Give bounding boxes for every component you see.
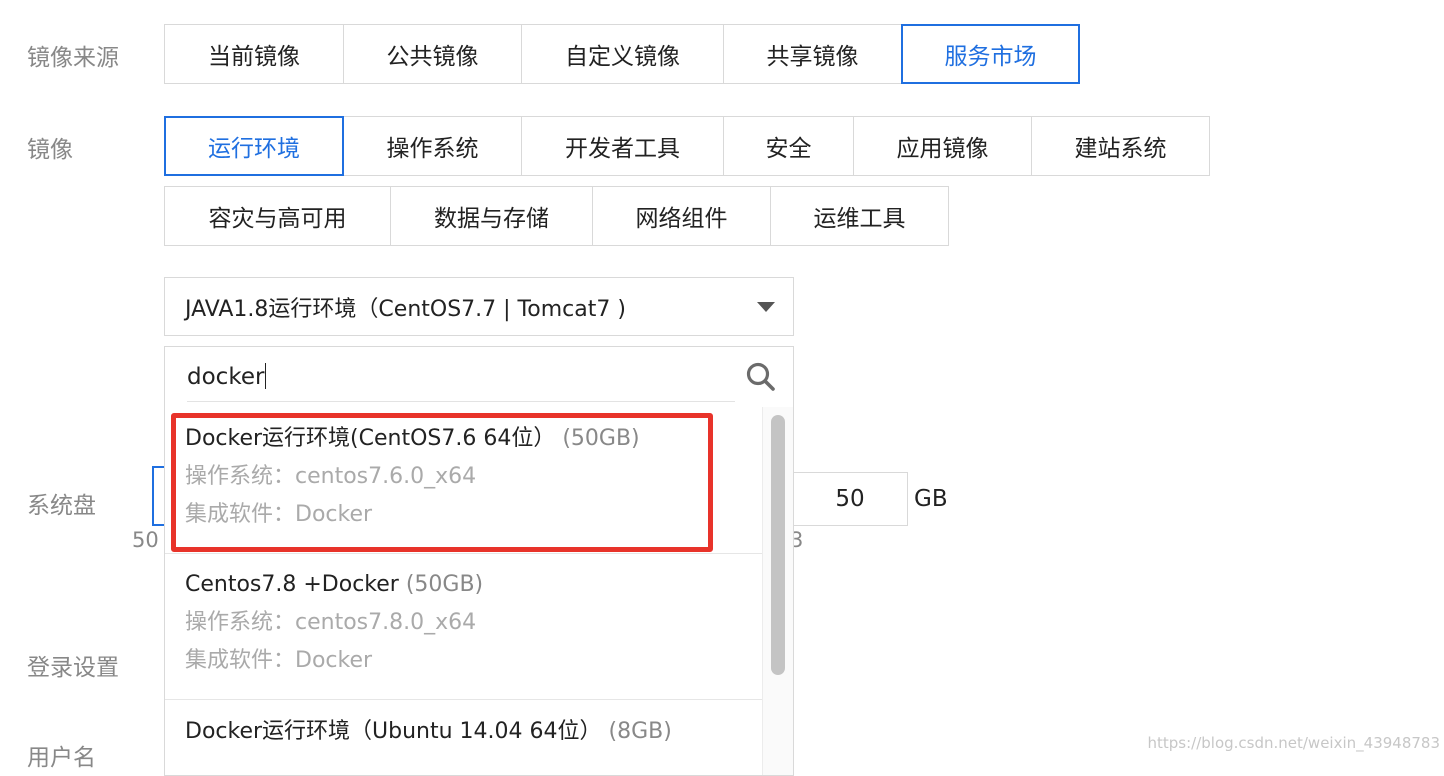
result-os: 操作系统：centos7.8.0_x64 bbox=[185, 604, 763, 642]
tab-ops-tools[interactable]: 运维工具 bbox=[770, 186, 949, 246]
tab-runtime-env[interactable]: 运行环境 bbox=[164, 116, 344, 176]
tab-developer-tools[interactable]: 开发者工具 bbox=[521, 116, 724, 176]
image-label: 镜像 bbox=[27, 130, 73, 164]
tab-disaster-recovery[interactable]: 容灾与高可用 bbox=[164, 186, 391, 246]
result-software: 集成软件：Docker bbox=[185, 642, 763, 680]
list-item[interactable]: Docker运行环境（Ubuntu 14.04 64位） (8GB) bbox=[165, 713, 763, 751]
highlight-box bbox=[171, 413, 713, 552]
tab-network-components[interactable]: 网络组件 bbox=[592, 186, 771, 246]
tab-custom-image[interactable]: 自定义镜像 bbox=[521, 24, 724, 84]
result-size: (8GB) bbox=[609, 719, 672, 744]
image-dropdown-panel: docker Docker运行环境(CentOS7.6 64位） (50GB) … bbox=[164, 346, 794, 776]
image-source-label: 镜像来源 bbox=[27, 38, 119, 72]
login-settings-label: 登录设置 bbox=[27, 648, 119, 682]
result-title: Centos7.8 +Docker bbox=[185, 572, 406, 597]
watermark: https://blog.csdn.net/weixin_43948783 bbox=[1147, 734, 1440, 752]
tab-current-image[interactable]: 当前镜像 bbox=[164, 24, 344, 84]
chevron-down-icon bbox=[757, 302, 775, 312]
image-category-tabs-row1: 运行环境 操作系统 开发者工具 安全 应用镜像 建站系统 bbox=[164, 116, 1210, 176]
text-cursor bbox=[265, 363, 266, 389]
tab-operating-system[interactable]: 操作系统 bbox=[343, 116, 522, 176]
tab-security[interactable]: 安全 bbox=[723, 116, 854, 176]
disk-min-label: 50 bbox=[132, 528, 159, 552]
tab-data-storage[interactable]: 数据与存储 bbox=[390, 186, 593, 246]
search-icon[interactable] bbox=[745, 361, 777, 393]
list-item[interactable]: Centos7.8 +Docker (50GB) 操作系统：centos7.8.… bbox=[165, 566, 763, 680]
image-category-tabs-row2: 容灾与高可用 数据与存储 网络组件 运维工具 bbox=[164, 186, 949, 246]
list-divider bbox=[165, 699, 763, 700]
list-divider bbox=[165, 553, 763, 554]
dropdown-scrollbar[interactable] bbox=[762, 407, 793, 776]
image-select-value: JAVA1.8运行环境（CentOS7.7 | Tomcat7 ) bbox=[185, 291, 626, 323]
result-size: (50GB) bbox=[406, 572, 483, 597]
tab-shared-image[interactable]: 共享镜像 bbox=[723, 24, 902, 84]
system-disk-label: 系统盘 bbox=[27, 486, 96, 520]
username-label: 用户名 bbox=[27, 738, 96, 772]
disk-unit-label: GB bbox=[914, 486, 948, 512]
tab-site-builder[interactable]: 建站系统 bbox=[1031, 116, 1210, 176]
scrollbar-thumb[interactable] bbox=[771, 415, 785, 675]
search-input-value: docker bbox=[187, 364, 264, 390]
image-source-tabs: 当前镜像 公共镜像 自定义镜像 共享镜像 服务市场 bbox=[164, 24, 1080, 84]
image-select[interactable]: JAVA1.8运行环境（CentOS7.7 | Tomcat7 ) bbox=[164, 277, 794, 336]
tab-marketplace[interactable]: 服务市场 bbox=[901, 24, 1080, 84]
search-input[interactable]: docker bbox=[187, 357, 735, 402]
tab-public-image[interactable]: 公共镜像 bbox=[343, 24, 522, 84]
tab-app-image[interactable]: 应用镜像 bbox=[853, 116, 1032, 176]
result-title: Docker运行环境（Ubuntu 14.04 64位） bbox=[185, 719, 602, 744]
disk-size-input[interactable]: 50 bbox=[792, 472, 908, 526]
